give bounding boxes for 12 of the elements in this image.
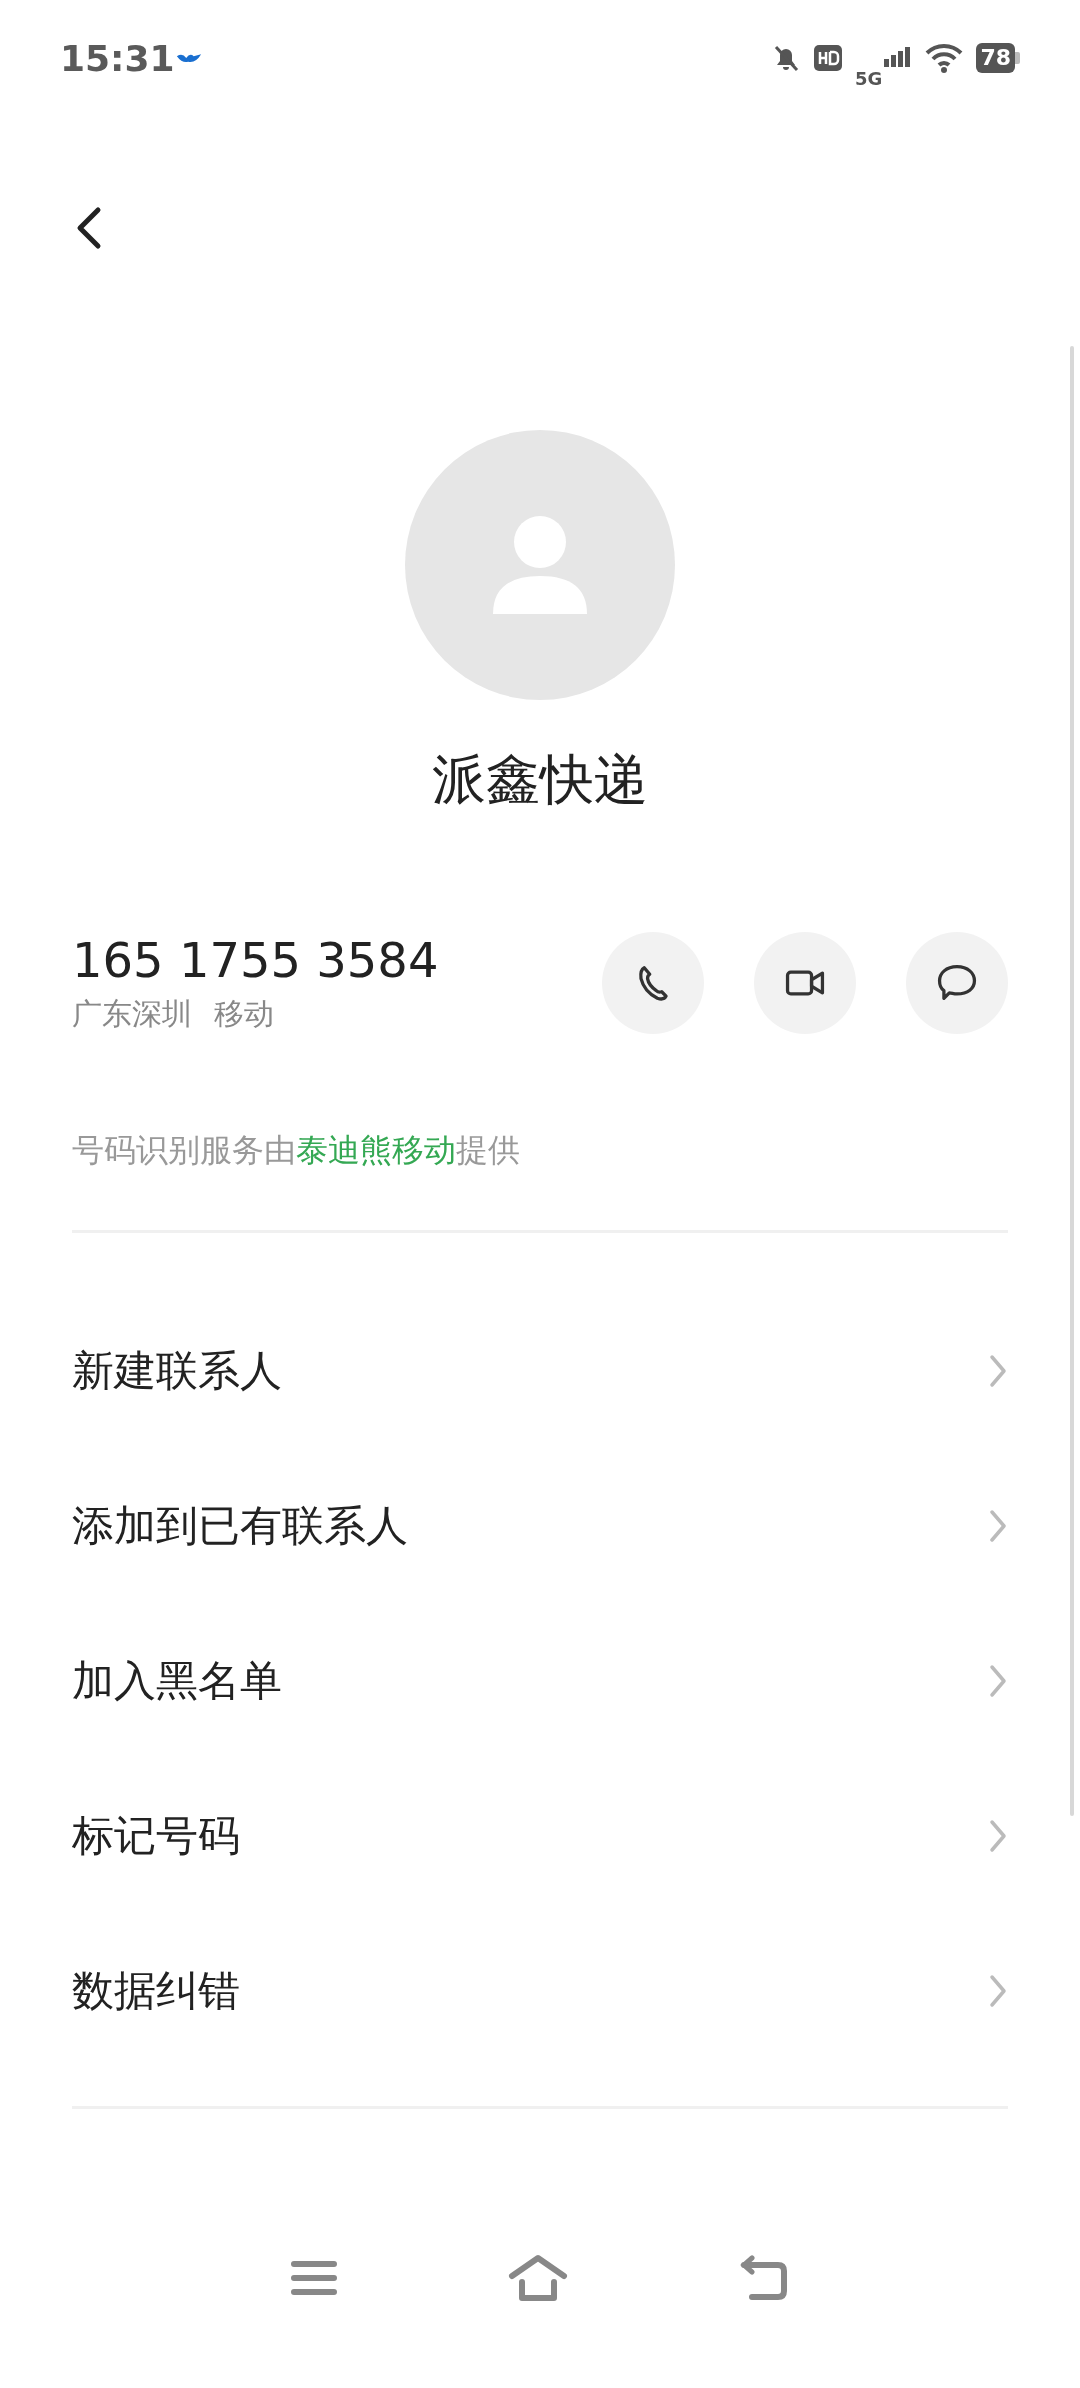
status-time: 15:31	[60, 37, 175, 79]
phone-number: 165 1755 3584	[72, 931, 440, 990]
menu-item[interactable]: 标记号码	[0, 1758, 1080, 1913]
menu-item[interactable]: 添加到已有联系人	[0, 1448, 1080, 1603]
menu-item[interactable]: 新建联系人	[0, 1293, 1080, 1448]
carrier-text: 移动	[214, 995, 274, 1033]
location-text: 广东深圳	[72, 995, 192, 1033]
contact-name: 派鑫快递	[431, 747, 649, 813]
menu-item[interactable]: 加入黑名单	[0, 1603, 1080, 1758]
menu-item[interactable]: 数据纠错	[0, 1913, 1080, 2068]
attribution-text: 号码识别服务由泰迪熊移动提供	[72, 1130, 521, 1170]
network-type: 5G	[855, 67, 883, 89]
